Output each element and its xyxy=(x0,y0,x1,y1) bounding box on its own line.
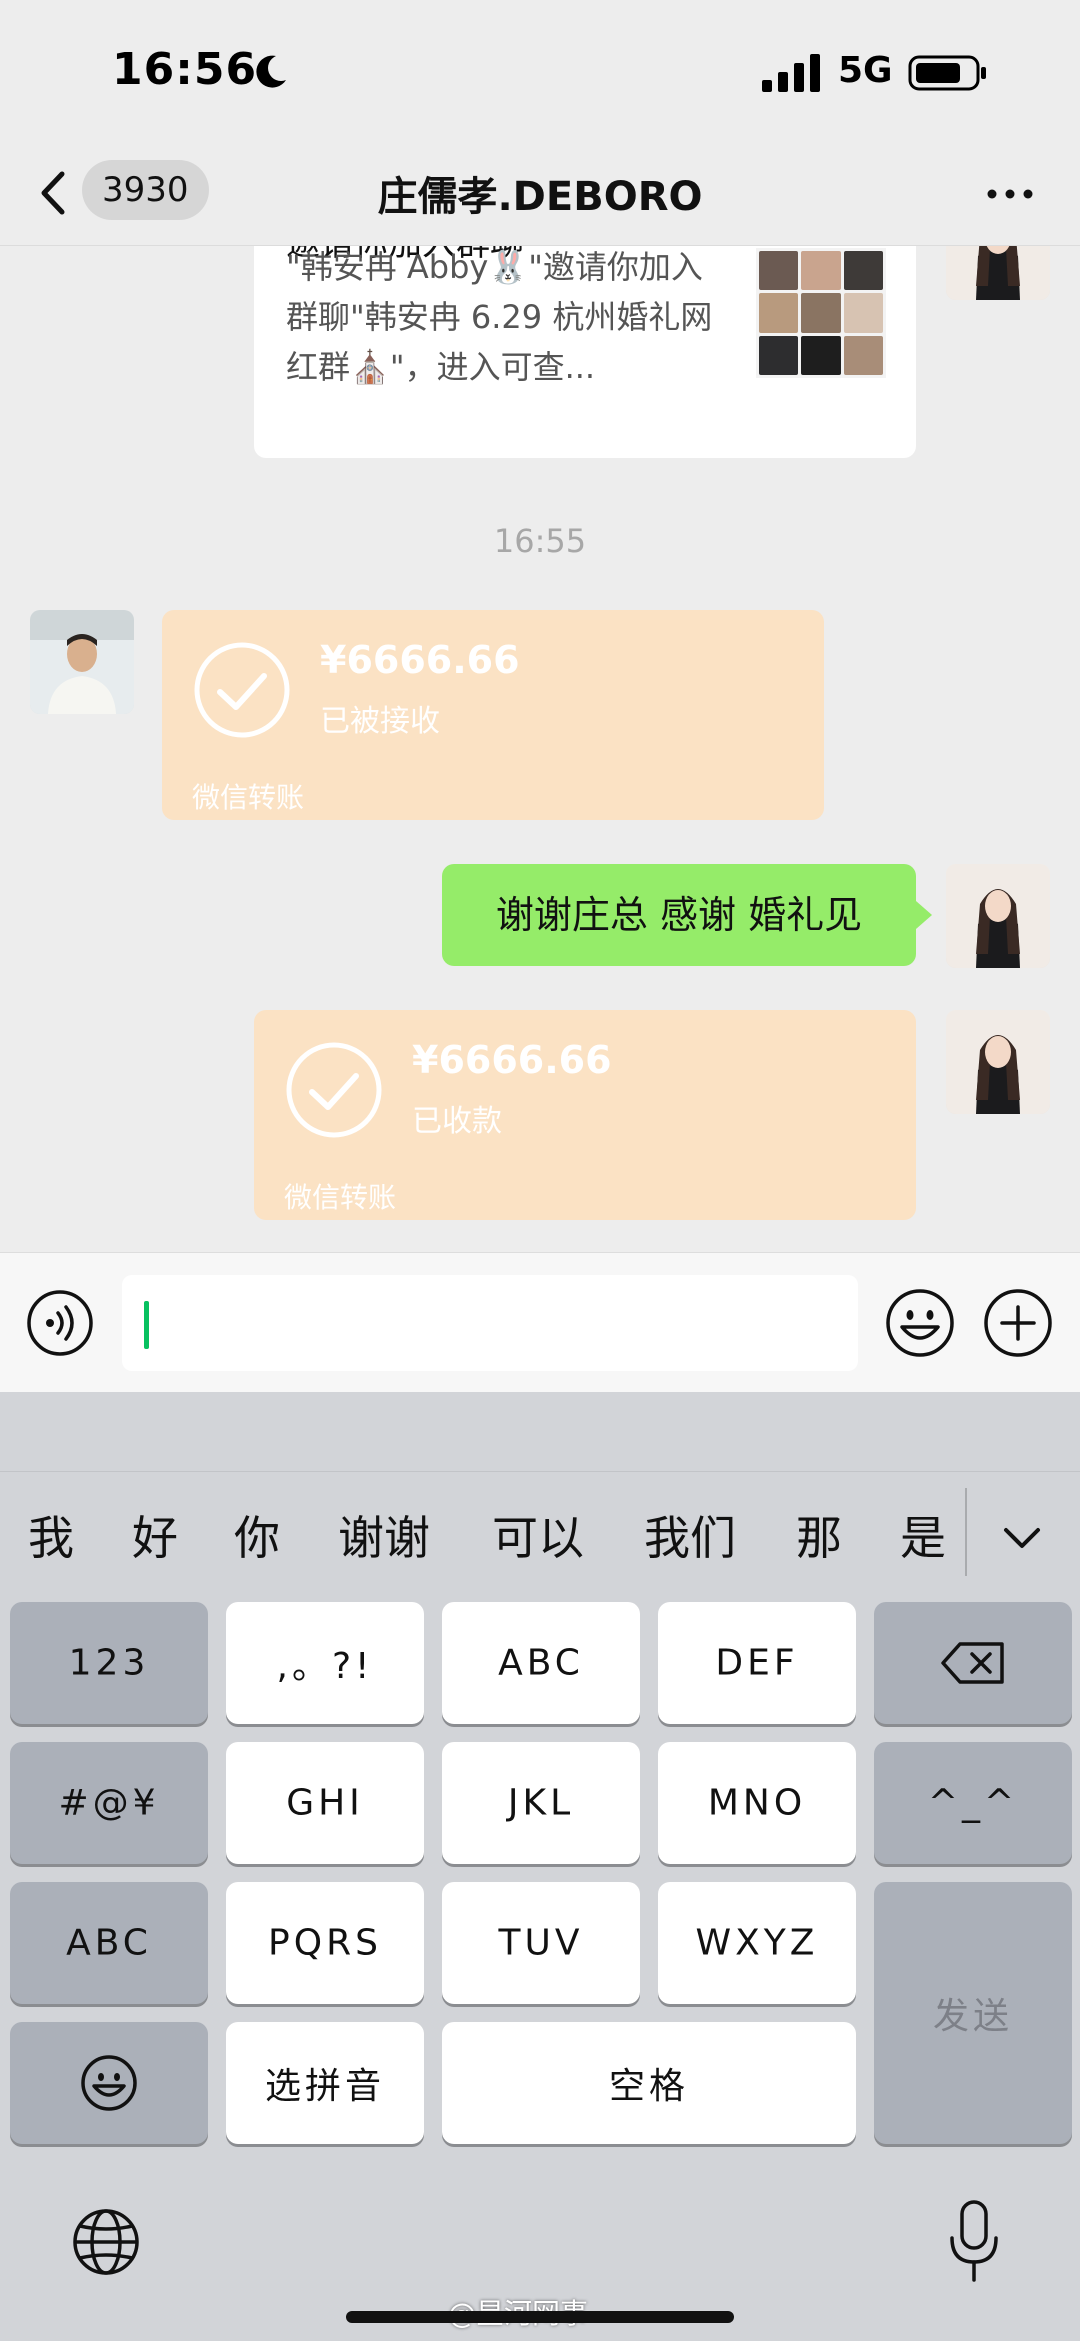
outgoing-text-bubble[interactable]: 谢谢庄总 感谢 婚礼见 xyxy=(442,864,916,966)
moon-icon xyxy=(256,55,286,88)
keyboard-toolbar xyxy=(0,1392,1080,1472)
candidate-word[interactable]: 我们 xyxy=(644,1502,736,1568)
candidate-word[interactable]: 那 xyxy=(796,1502,842,1568)
more-icon[interactable] xyxy=(980,164,1040,224)
text-cursor xyxy=(144,1301,149,1349)
transfer-card-received[interactable]: ¥6666.66 已被接收 微信转账 xyxy=(162,610,824,820)
transfer-amount: ¥6666.66 xyxy=(320,638,520,682)
message-timestamp: 16:55 xyxy=(493,522,587,560)
bubble-tail xyxy=(916,901,932,929)
chat-title: 庄儒孝.DEBORO xyxy=(377,174,703,220)
key-symbols[interactable]: #@¥ xyxy=(10,1742,208,1864)
status-time: 16:56 xyxy=(112,44,258,95)
candidate-word[interactable]: 好 xyxy=(132,1502,178,1568)
invite-description: "韩安冉 Abby🐰"邀请你加入群聊"韩安冉 6.29 杭州婚礼网红群⛪"，进入… xyxy=(286,248,713,386)
home-indicator[interactable] xyxy=(346,2311,734,2323)
key-emoticon[interactable]: ^_^ xyxy=(874,1742,1072,1864)
globe-icon[interactable] xyxy=(70,2206,142,2278)
battery-icon xyxy=(908,55,986,91)
chevron-down-icon[interactable] xyxy=(992,1508,1052,1568)
message-input[interactable] xyxy=(122,1275,858,1371)
candidate-word[interactable]: 可以 xyxy=(492,1502,584,1568)
transfer-amount: ¥6666.66 xyxy=(412,1038,612,1082)
check-circle-icon xyxy=(286,1042,382,1138)
microphone-icon[interactable] xyxy=(946,2198,1002,2284)
key-select-pinyin[interactable]: 选拼音 xyxy=(226,2022,424,2144)
key-pqrs[interactable]: PQRS xyxy=(226,1882,424,2004)
voice-icon[interactable] xyxy=(26,1289,94,1357)
my-avatar[interactable] xyxy=(946,246,1050,300)
my-avatar[interactable] xyxy=(946,1010,1050,1114)
contact-avatar[interactable] xyxy=(30,610,134,714)
network-label: 5G xyxy=(838,50,893,91)
signal-icon xyxy=(762,54,820,92)
send-key[interactable]: 发送 xyxy=(874,1882,1072,2144)
candidate-word[interactable]: 我 xyxy=(28,1502,74,1568)
emoji-icon[interactable] xyxy=(884,1287,956,1359)
group-invite-card[interactable]: 邀请你加入群聊 "韩安冉 Abby🐰"邀请你加入群聊"韩安冉 6.29 杭州婚礼… xyxy=(254,246,916,458)
transfer-card-collected[interactable]: ¥6666.66 已收款 微信转账 xyxy=(254,1010,916,1220)
keyboard: 我 好 你 谢谢 可以 我们 那 是 123 ,。?! ABC DEF #@¥ … xyxy=(0,1392,1080,2341)
candidate-bar: 我 好 你 谢谢 可以 我们 那 是 xyxy=(0,1472,1080,1602)
my-avatar[interactable] xyxy=(946,864,1050,968)
candidate-word[interactable]: 你 xyxy=(234,1502,280,1568)
transfer-status: 已被接收 xyxy=(320,704,440,739)
delete-key[interactable] xyxy=(874,1602,1072,1724)
emoji-key[interactable] xyxy=(10,2022,208,2144)
emoji-icon xyxy=(81,2055,137,2111)
candidate-word[interactable]: 是 xyxy=(900,1502,946,1568)
key-wxyz[interactable]: WXYZ xyxy=(658,1882,856,2004)
space-key[interactable]: 空格 xyxy=(442,2022,856,2144)
key-abc-mode[interactable]: ABC xyxy=(10,1882,208,2004)
status-bar: 16:56 5G xyxy=(0,0,1080,140)
key-def[interactable]: DEF xyxy=(658,1602,856,1724)
candidate-divider xyxy=(965,1488,967,1576)
transfer-status: 已收款 xyxy=(412,1104,502,1139)
key-mno[interactable]: MNO xyxy=(658,1742,856,1864)
plus-icon[interactable] xyxy=(982,1287,1054,1359)
key-jkl[interactable]: JKL xyxy=(442,1742,640,1864)
input-bar xyxy=(0,1252,1080,1392)
backspace-icon xyxy=(941,1642,1004,1684)
key-punctuation[interactable]: ,。?! xyxy=(226,1602,424,1724)
chat-area[interactable]: 邀请你加入群聊 "韩安冉 Abby🐰"邀请你加入群聊"韩安冉 6.29 杭州婚礼… xyxy=(0,246,1080,1252)
key-tuv[interactable]: TUV xyxy=(442,1882,640,2004)
key-abc[interactable]: ABC xyxy=(442,1602,640,1724)
transfer-footer: 微信转账 xyxy=(192,781,305,814)
nav-bar: 3930 庄儒孝.DEBORO xyxy=(0,140,1080,246)
key-123[interactable]: 123 xyxy=(10,1602,208,1724)
group-avatar-grid xyxy=(756,248,886,378)
candidate-word[interactable]: 谢谢 xyxy=(338,1502,430,1568)
transfer-footer: 微信转账 xyxy=(284,1181,397,1214)
key-ghi[interactable]: GHI xyxy=(226,1742,424,1864)
check-circle-icon xyxy=(194,642,290,738)
